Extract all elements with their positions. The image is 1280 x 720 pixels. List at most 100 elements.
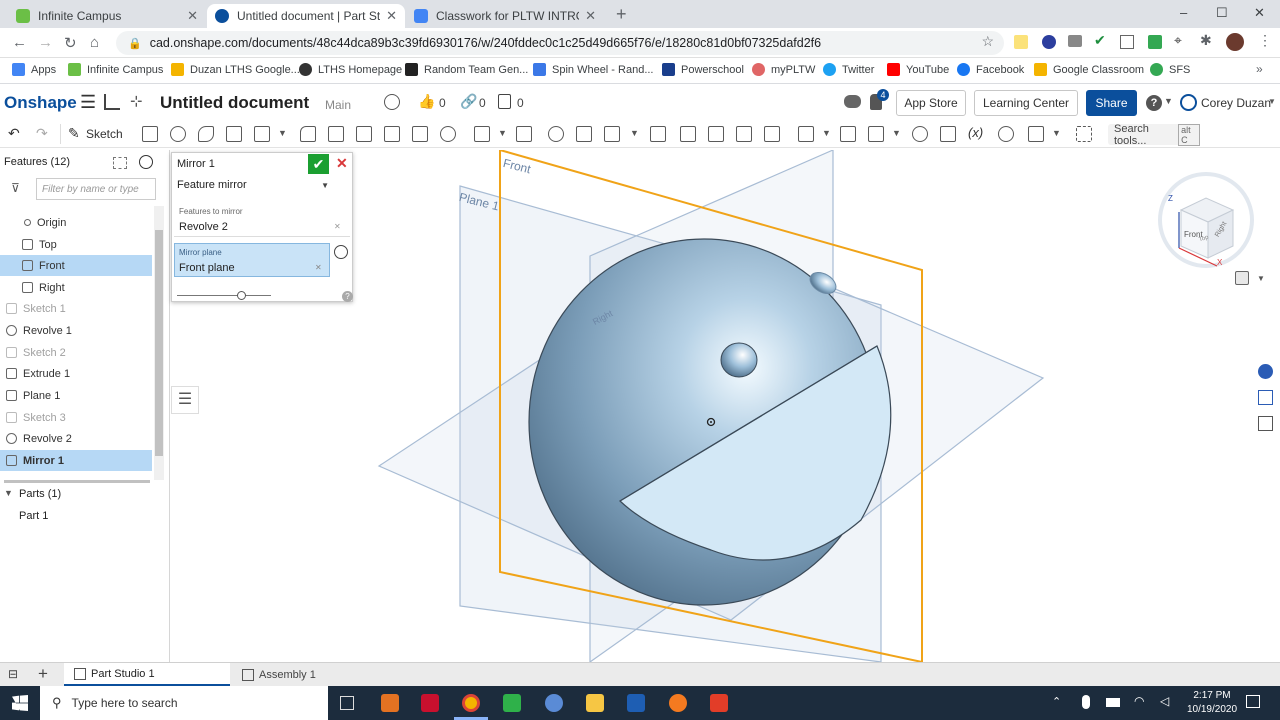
accept-check-icon[interactable]: ✔ <box>308 154 329 174</box>
tab-manager-icon[interactable]: ⊟ <box>8 667 18 681</box>
chevron-down-icon[interactable]: ▼ <box>1052 128 1061 138</box>
helix-icon[interactable] <box>912 126 928 142</box>
link-icon[interactable]: 🔗 <box>460 93 477 110</box>
chevron-down-icon[interactable]: ▼ <box>4 488 13 498</box>
add-custom-feature-icon[interactable] <box>1076 126 1092 142</box>
clock-date[interactable]: 10/19/2020 <box>1182 704 1242 715</box>
view-cube[interactable] <box>1158 172 1254 268</box>
bookmark-facebook[interactable]: Facebook <box>957 63 1024 76</box>
minimize-icon[interactable]: – <box>1180 5 1187 20</box>
bookmark-powerschool[interactable]: Powerschool <box>662 63 744 76</box>
feature-item-mirror-1[interactable]: Mirror 1 <box>0 450 152 471</box>
help-icon[interactable]: ? <box>342 291 353 302</box>
more-bookmarks-icon[interactable]: » <box>1256 62 1263 76</box>
undo-icon[interactable]: ↶ <box>8 125 20 142</box>
learning-center-button[interactable]: Learning Center <box>974 90 1078 116</box>
sheets-icon[interactable] <box>1148 35 1162 49</box>
sheet-metal-icon[interactable] <box>998 126 1014 142</box>
part-item[interactable]: Part 1 <box>19 510 48 522</box>
boolean-icon[interactable] <box>548 126 564 142</box>
feature-item-sketch-1[interactable]: Sketch 1 <box>0 298 152 319</box>
microphone-icon[interactable] <box>1082 695 1090 709</box>
bookmark-youtube[interactable]: YouTube <box>887 63 949 76</box>
chamfer-icon[interactable] <box>328 126 344 142</box>
loft-icon[interactable] <box>226 126 242 142</box>
slider-track[interactable] <box>177 295 271 296</box>
mirror-icon[interactable] <box>516 126 532 142</box>
close-icon[interactable]: ✕ <box>187 8 198 24</box>
close-icon[interactable]: ✕ <box>386 8 397 24</box>
add-tab-icon[interactable]: + <box>38 664 48 684</box>
history-clock-icon[interactable] <box>334 245 348 259</box>
scrollbar-thumb[interactable] <box>155 230 163 456</box>
task-view-icon[interactable] <box>340 696 354 710</box>
filter-icon[interactable]: ⊽ <box>11 181 20 195</box>
appearance-panel-icon[interactable] <box>1258 364 1273 379</box>
cast-icon[interactable]: ⌖ <box>1174 32 1182 49</box>
clear-x-icon[interactable]: ✕ <box>334 222 341 231</box>
share-button[interactable]: Share <box>1086 90 1137 116</box>
orange-app-icon[interactable] <box>669 694 687 712</box>
document-title[interactable]: Untitled document <box>160 93 309 113</box>
chrome-icon[interactable] <box>462 694 480 712</box>
feature-list-collapsed-icon[interactable]: ☰ <box>171 386 199 414</box>
replace-face-icon[interactable] <box>764 126 780 142</box>
bookmark-apps[interactable]: Apps <box>12 63 56 76</box>
sweep-icon[interactable] <box>198 126 214 142</box>
feature-filter-input[interactable]: Filter by name or type <box>36 178 156 200</box>
tray-chevron-up-icon[interactable]: ⌃ <box>1052 695 1061 708</box>
feature-list-toggle-icon[interactable] <box>104 94 120 110</box>
draft-icon[interactable] <box>356 126 372 142</box>
extrude-icon[interactable] <box>142 126 158 142</box>
thicken-icon[interactable] <box>254 126 270 142</box>
bookmark-twitter[interactable]: Twitter <box>823 63 874 76</box>
chevron-down-icon[interactable]: ▼ <box>498 128 507 138</box>
bookmark-google-classroom[interactable]: Google Classroom <box>1034 63 1144 76</box>
puzzle-icon[interactable]: ✱ <box>1200 32 1212 49</box>
split-icon[interactable] <box>576 126 592 142</box>
bookmark-spin-wheel[interactable]: Spin Wheel - Rand... <box>533 63 654 76</box>
feature-item-plane-1[interactable]: Plane 1 <box>0 385 152 406</box>
camera-icon[interactable] <box>1068 35 1082 47</box>
eye-feature[interactable] <box>720 342 758 378</box>
extension-icon[interactable] <box>1014 35 1028 49</box>
feature-item-sketch-3[interactable]: Sketch 3 <box>0 407 152 428</box>
help-icon[interactable]: ? <box>1146 95 1162 111</box>
home-icon[interactable]: ⌂ <box>90 34 99 51</box>
network-app-icon[interactable] <box>545 694 563 712</box>
pattern-icon[interactable] <box>474 126 490 142</box>
close-icon[interactable]: ✕ <box>585 8 596 24</box>
user-name[interactable]: Corey Duzan <box>1201 96 1271 110</box>
eit-app-icon[interactable] <box>627 694 645 712</box>
view-options-icon[interactable] <box>1235 271 1249 285</box>
browser-tab-onshape[interactable]: Untitled document | Part Studio 1 ✕ <box>207 4 405 28</box>
chevron-down-icon[interactable]: ▼ <box>892 128 901 138</box>
hamburger-menu-icon[interactable]: ☰ <box>80 92 96 113</box>
feature-item-extrude-1[interactable]: Extrude 1 <box>0 363 152 384</box>
features-to-mirror-field[interactable]: Features to mirror Revolve 2 ✕ <box>174 203 350 237</box>
red-app-icon[interactable] <box>710 694 728 712</box>
browser-tab-infinite-campus[interactable]: Infinite Campus ✕ <box>8 4 206 28</box>
bookmark-duzan-drive[interactable]: Duzan LTHS Google... <box>171 63 300 76</box>
search-tools-input[interactable]: Search tools... alt C <box>1108 123 1200 147</box>
notifications-center-icon[interactable] <box>1246 695 1260 708</box>
parts-header[interactable]: Parts (1) <box>19 488 61 500</box>
green-app-icon[interactable] <box>503 694 521 712</box>
comments-icon[interactable] <box>844 95 861 108</box>
bookmark-infinite-campus[interactable]: Infinite Campus <box>68 63 163 76</box>
chevron-down-icon[interactable]: ▼ <box>1257 274 1265 283</box>
branch-label[interactable]: Main <box>325 98 351 112</box>
wifi-icon[interactable]: ◠ <box>1134 694 1144 708</box>
mirror-type-select[interactable]: Feature mirror ▼ <box>177 179 329 197</box>
copy-icon[interactable] <box>498 94 511 109</box>
sketch-pencil-icon[interactable]: ✎ <box>68 125 80 142</box>
tab-part-studio-1[interactable]: Part Studio 1 <box>64 663 230 686</box>
feature-item-front[interactable]: Front <box>0 255 152 276</box>
like-icon[interactable]: 👍 <box>418 93 435 110</box>
window-close-icon[interactable]: ✕ <box>1254 5 1265 21</box>
mass-properties-icon[interactable] <box>1258 416 1273 431</box>
check-extension-icon[interactable]: ✔ <box>1094 32 1106 49</box>
reload-icon[interactable]: ↻ <box>64 34 77 52</box>
redo-icon[interactable]: ↷ <box>36 125 48 142</box>
add-item-icon[interactable]: ⊹ <box>130 92 143 110</box>
